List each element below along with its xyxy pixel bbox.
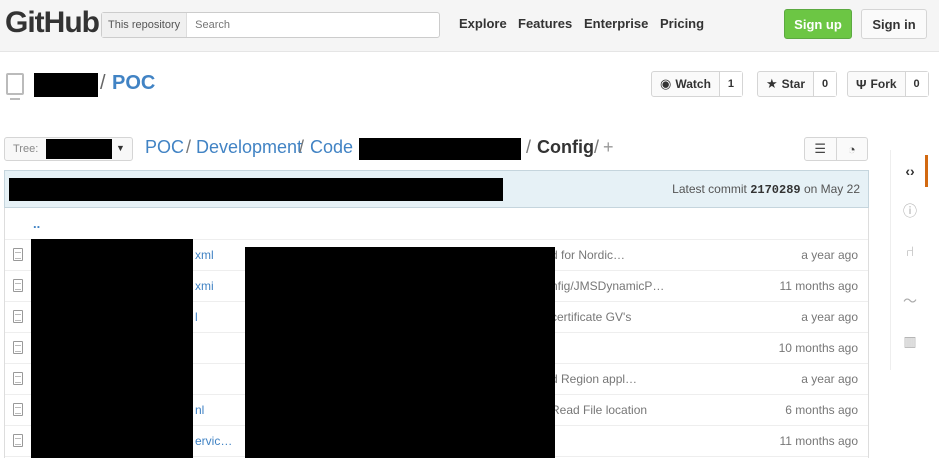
file-commit-message[interactable]: nfig/JMSDynamicP… (551, 279, 664, 293)
file-commit-message[interactable]: d for Nordic… (551, 248, 625, 262)
nav-pricing[interactable]: Pricing (660, 16, 704, 31)
repo-icon (6, 73, 24, 100)
file-icon (13, 372, 23, 385)
tree-label: Tree: (13, 143, 39, 155)
chevron-down-icon: ▼ (116, 143, 125, 153)
file-name-link[interactable]: ervic… (195, 434, 232, 448)
file-age: a year ago (801, 372, 858, 386)
star-count[interactable]: 0 (814, 72, 837, 96)
file-age: a year ago (801, 248, 858, 262)
history-icon[interactable]: ◔ (837, 138, 868, 160)
github-page: GitHub This repository Explore Features … (0, 0, 939, 458)
parent-dir-link[interactable]: .. (33, 216, 40, 231)
parent-dir-row[interactable]: .. (5, 208, 868, 240)
redacted-owner (34, 73, 98, 97)
file-icon (13, 341, 23, 354)
file-age: 11 months ago (779, 434, 859, 448)
file-age: 11 months ago (779, 279, 859, 293)
breadcrumb-current: Config (537, 137, 594, 157)
repo-sidebar: ‹› ⓘ ⑁ 〜 ▥ (890, 150, 928, 370)
file-list: .. xml d for Nordic… a year ago xmi nfig… (4, 208, 869, 458)
file-name-link[interactable]: nl (195, 403, 204, 417)
breadcrumb-separator: / (594, 137, 600, 157)
nav-features[interactable]: Features (518, 16, 572, 31)
commit-sha-link[interactable]: 2170289 (750, 183, 800, 197)
search-input[interactable] (187, 13, 439, 37)
search-scope-label: This repository (102, 13, 188, 37)
commit-date: on May 22 (803, 182, 860, 196)
graph-icon[interactable]: ▥ (899, 330, 921, 352)
watch-label: Watch (675, 77, 711, 91)
file-icon (13, 434, 23, 447)
fork-label: Fork (870, 77, 897, 91)
star-button[interactable]: ★ Star 0 (757, 71, 838, 97)
breadcrumb-poc[interactable]: POC (145, 137, 184, 158)
breadcrumb-development[interactable]: Development (196, 137, 302, 158)
active-tab-indicator (925, 155, 928, 187)
fork-button[interactable]: Ψ Fork 0 (847, 71, 929, 97)
file-commit-message[interactable]: certificate GV's (551, 310, 631, 324)
github-logo[interactable]: GitHub (5, 6, 100, 40)
file-name-link[interactable]: l (195, 310, 198, 324)
file-commit-message[interactable]: d Region appl… (551, 372, 637, 386)
repo-name-link[interactable]: POC (112, 72, 155, 95)
search-box[interactable]: This repository (101, 12, 440, 38)
redacted-branch (46, 139, 112, 159)
nav-explore[interactable]: Explore (459, 16, 507, 31)
commit-prefix: Latest commit (672, 182, 747, 196)
repo-separator: / (100, 72, 106, 94)
breadcrumb-separator: / (299, 137, 305, 157)
breadcrumb-separator: / (186, 137, 192, 157)
redacted-commit-message (9, 178, 503, 201)
latest-commit-info: Latest commit 2170289 on May 22 (672, 182, 860, 197)
star-label: Star (781, 77, 805, 91)
sign-up-button[interactable]: Sign up (784, 9, 852, 39)
file-name-link[interactable]: xmi (195, 279, 214, 293)
file-icon (13, 279, 23, 292)
latest-commit-bar: Latest commit 2170289 on May 22 (4, 170, 869, 208)
file-icon (13, 310, 23, 323)
file-age: a year ago (801, 310, 858, 324)
eye-icon: ◉ (660, 76, 672, 91)
issue-icon[interactable]: ⓘ (899, 200, 921, 222)
fork-icon: Ψ (856, 76, 867, 92)
breadcrumb-separator: / (526, 137, 532, 157)
view-toggle-group: ☰ ◔ (804, 137, 868, 161)
file-name-link[interactable]: xml (195, 248, 214, 262)
file-icon (13, 403, 23, 416)
file-age: 6 months ago (785, 403, 858, 417)
nav-enterprise[interactable]: Enterprise (584, 16, 648, 31)
file-commit-message[interactable]: Read File location (551, 403, 647, 417)
list-icon[interactable]: ☰ (805, 138, 837, 160)
pull-request-icon[interactable]: ⑁ (899, 240, 921, 262)
redacted-path (359, 138, 521, 160)
watch-button[interactable]: ◉ Watch 1 (651, 71, 744, 97)
site-header: GitHub This repository Explore Features … (0, 0, 939, 52)
add-file-link[interactable]: + (603, 137, 614, 158)
star-icon: ★ (766, 76, 778, 91)
breadcrumb-code[interactable]: Code (310, 137, 353, 158)
watch-count[interactable]: 1 (719, 72, 743, 96)
file-icon (13, 248, 23, 261)
redacted-file-messages (245, 247, 555, 458)
file-age: 10 months ago (778, 341, 858, 355)
sign-in-button[interactable]: Sign in (861, 9, 927, 39)
redacted-file-names (31, 239, 193, 458)
code-icon[interactable]: ‹› (899, 160, 921, 182)
fork-count[interactable]: 0 (905, 72, 928, 96)
pulse-icon[interactable]: 〜 (899, 290, 921, 312)
